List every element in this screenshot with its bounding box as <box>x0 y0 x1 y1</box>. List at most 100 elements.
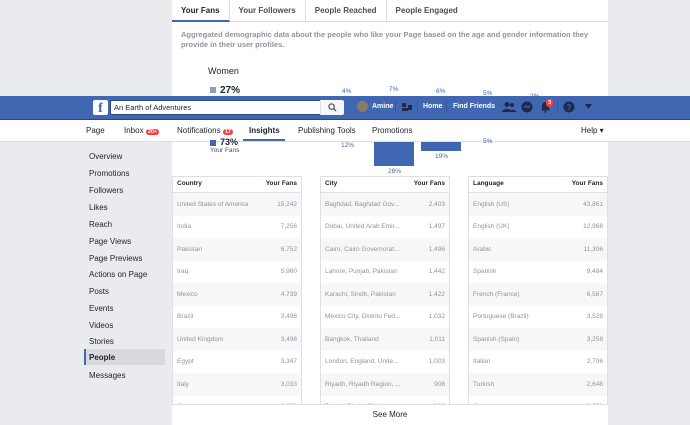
search-button[interactable] <box>320 100 344 115</box>
messenger-icon[interactable] <box>521 101 533 113</box>
table-row: Mexico City, Distrito Fed... 1,032 <box>321 306 449 329</box>
column-header[interactable]: City <box>325 180 337 192</box>
row-value: 1,496 <box>428 245 445 253</box>
table-row: French (France) 6,587 <box>469 283 607 306</box>
sidebar-item-reach[interactable]: Reach <box>89 220 112 229</box>
tab-promotions[interactable]: Promotions <box>372 126 412 135</box>
sidebar-item-likes[interactable]: Likes <box>89 203 108 212</box>
sidebar-item-stories[interactable]: Stories <box>89 337 114 346</box>
row-label: Pakistan <box>177 245 202 253</box>
tab-your-followers[interactable]: Your Followers <box>230 0 306 22</box>
fan-tabs: Your Fans Your Followers People Reached … <box>172 0 608 22</box>
row-label: Bangkok, Thailand <box>325 335 379 343</box>
row-value: 6,752 <box>280 245 297 253</box>
women-percent-value: 27% <box>220 85 241 96</box>
tab-your-fans[interactable]: Your Fans <box>172 0 230 22</box>
table-body: English (US) 43,861 English (UK) 12,968 Arab… <box>469 193 607 418</box>
active-tab-indicator <box>243 139 285 141</box>
tab-people-reached[interactable]: People Reached <box>306 0 387 22</box>
tab-people-engaged[interactable]: People Engaged <box>387 0 467 22</box>
table-row: Karachi, Sindh, Pakistan 1,422 <box>321 283 449 306</box>
sidebar-item-messages[interactable]: Messages <box>89 371 125 380</box>
women-label: Women <box>208 66 239 76</box>
row-value: 2,648 <box>586 380 603 388</box>
friend-requests-icon[interactable] <box>502 101 516 113</box>
row-value: 7,256 <box>280 223 297 231</box>
language-table: Language Your Fans English (US) 43,861 Engli… <box>468 176 608 419</box>
row-value: 12,968 <box>583 223 603 231</box>
row-label: English (UK) <box>473 223 510 231</box>
row-value: 1,422 <box>428 290 445 298</box>
help-menu[interactable]: Help ▾ <box>581 126 604 135</box>
table-row: Dubai, United Arab Emir... 1,497 <box>321 216 449 239</box>
sidebar-item-page-previews[interactable]: Page Previews <box>89 254 142 263</box>
find-friends-link[interactable]: Find Friends <box>453 103 495 110</box>
table-row: Turkish 2,648 <box>469 373 607 396</box>
avatar[interactable] <box>357 101 368 112</box>
table-row: Lahore, Punjab, Pakistan 1,442 <box>321 261 449 284</box>
sidebar-item-events[interactable]: Events <box>89 304 113 313</box>
help-icon[interactable]: ? <box>563 101 575 113</box>
men-percent-value: 73% <box>220 137 239 147</box>
table-row: Bangkok, Thailand 1,011 <box>321 328 449 351</box>
see-more-button[interactable]: See More <box>172 404 608 424</box>
pages-icon[interactable] <box>401 101 413 113</box>
row-label: Turkish <box>473 380 495 388</box>
column-header-your-fans[interactable]: Your Fans <box>414 180 445 192</box>
age-bottom-percent: 28% <box>388 168 402 175</box>
facebook-logo-icon[interactable]: f <box>93 100 108 116</box>
age-top-percent: 4% <box>342 88 352 95</box>
age-bottom-percent: 12% <box>341 142 355 149</box>
row-label: Lahore, Punjab, Pakistan <box>325 268 398 276</box>
row-label: Iraq <box>177 268 189 276</box>
table-row: United Kingdom 3,496 <box>173 328 301 351</box>
row-value: 3,347 <box>280 358 297 366</box>
women-legend-swatch <box>210 87 216 94</box>
column-header-your-fans[interactable]: Your Fans <box>266 180 297 192</box>
sidebar-item-overview[interactable]: Overview <box>89 152 122 161</box>
row-value: 3,496 <box>280 335 297 343</box>
sidebar-item-actions-on-page[interactable]: Actions on Page <box>89 270 147 279</box>
table-row: Italy 3,033 <box>173 373 301 396</box>
row-value: 11,306 <box>583 245 603 253</box>
column-header[interactable]: Country <box>177 180 202 192</box>
row-value: 1,003 <box>428 358 445 366</box>
table-header: Country Your Fans <box>173 177 301 193</box>
men-legend-swatch <box>210 139 216 146</box>
row-value: 15,242 <box>277 200 297 208</box>
table-row: Italian 2,706 <box>469 351 607 374</box>
sidebar-item-people[interactable]: People <box>89 353 115 362</box>
table-row: Riyadh, Riyadh Region, ... 908 <box>321 373 449 396</box>
row-label: Portuguese (Brazil) <box>473 313 529 321</box>
table-header: City Your Fans <box>321 177 449 193</box>
column-header-your-fans[interactable]: Your Fans <box>572 180 603 192</box>
search-input[interactable] <box>111 101 321 114</box>
table-header: Language Your Fans <box>469 177 607 193</box>
women-percent: 27% <box>210 85 240 96</box>
tab-page[interactable]: Page <box>86 126 105 135</box>
row-value: 2,403 <box>428 200 445 208</box>
row-value: 3,496 <box>280 313 297 321</box>
home-link[interactable]: Home <box>423 103 442 110</box>
sidebar-active-indicator <box>84 349 86 365</box>
table-row: Pakistan 6,752 <box>173 238 301 261</box>
account-menu-chevron-down-icon[interactable] <box>585 104 592 109</box>
row-label: English (US) <box>473 200 510 208</box>
sidebar-item-promotions[interactable]: Promotions <box>89 169 129 178</box>
tab-publishing-tools[interactable]: Publishing Tools <box>298 126 356 135</box>
tab-inbox[interactable]: Inbox 20+ <box>124 126 160 136</box>
row-label: Italian <box>473 358 491 366</box>
row-label: Spanish <box>473 268 497 276</box>
sidebar-item-page-views[interactable]: Page Views <box>89 237 131 246</box>
tab-insights[interactable]: Insights <box>249 126 280 135</box>
sidebar-item-posts[interactable]: Posts <box>89 287 109 296</box>
nav-divider <box>446 101 447 113</box>
column-header[interactable]: Language <box>473 180 504 192</box>
sidebar-item-followers[interactable]: Followers <box>89 186 123 195</box>
table-row: Spanish 9,484 <box>469 261 607 284</box>
sidebar-item-videos[interactable]: Videos <box>89 321 113 330</box>
tab-notifications[interactable]: Notifications 17 <box>177 126 233 136</box>
table-row: English (US) 43,861 <box>469 193 607 216</box>
profile-link[interactable]: Amine <box>372 103 393 110</box>
row-value: 4,739 <box>280 290 297 298</box>
